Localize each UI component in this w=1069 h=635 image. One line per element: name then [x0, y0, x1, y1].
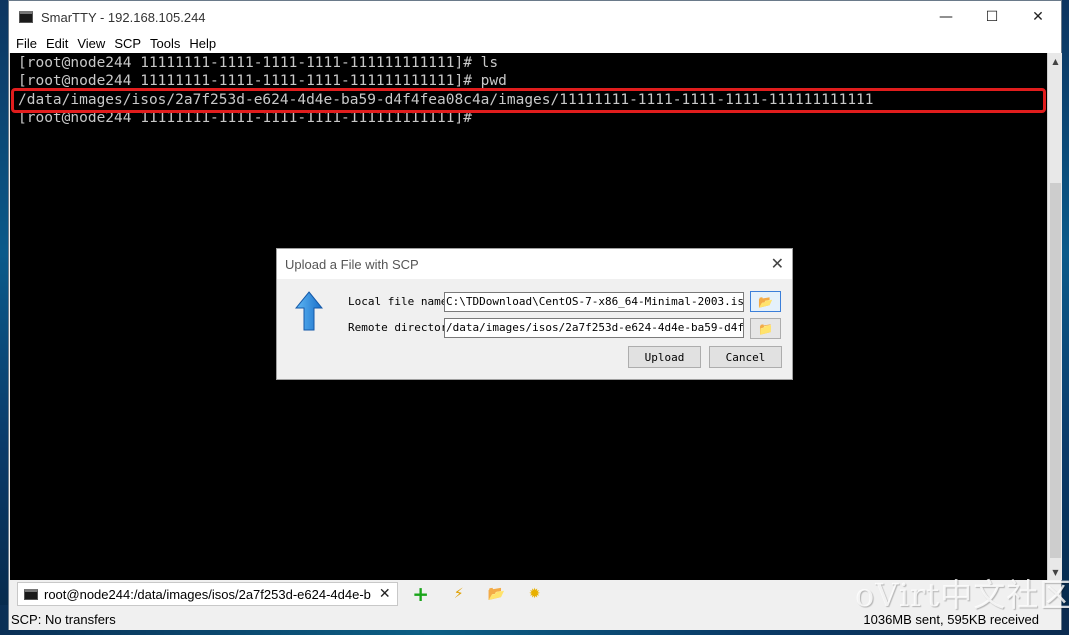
close-button[interactable]: ✕ — [1015, 1, 1061, 33]
upload-button[interactable]: Upload — [628, 346, 701, 368]
scp-upload-dialog: Upload a File with SCP ✕ Local file name… — [276, 248, 793, 380]
upload-arrow-icon — [295, 291, 323, 331]
open-folder-icon[interactable]: 📂 — [482, 583, 512, 605]
menu-tools[interactable]: Tools — [149, 36, 186, 51]
window-title: SmarTTY - 192.168.105.244 — [41, 9, 206, 25]
session-tab-label: root@node244:/data/images/isos/2a7f253d-… — [44, 586, 371, 602]
cancel-button[interactable]: Cancel — [709, 346, 782, 368]
close-tab-icon[interactable]: ✕ — [379, 586, 391, 602]
terminal-app-icon — [19, 11, 33, 23]
minimize-button[interactable]: — — [923, 1, 969, 33]
dialog-title-bar: Upload a File with SCP ✕ — [277, 249, 792, 279]
local-file-label: Local file name — [348, 295, 445, 308]
menu-bar: File Edit View SCP Tools Help — [9, 33, 1061, 53]
remote-directory-label: Remote directory — [348, 321, 445, 334]
maximize-button[interactable]: ☐ — [969, 1, 1015, 33]
scroll-thumb[interactable] — [1050, 183, 1061, 558]
scroll-up-icon[interactable]: ▲ — [1048, 53, 1063, 69]
highlight-annotation — [11, 88, 1046, 113]
menu-file[interactable]: File — [15, 36, 43, 51]
terminal-line: [root@node244 11111111-1111-1111-1111-11… — [18, 55, 499, 71]
browse-local-folder-icon[interactable]: 📂 — [750, 291, 781, 312]
menu-help[interactable]: Help — [188, 36, 222, 51]
dialog-title: Upload a File with SCP — [285, 256, 419, 272]
menu-scp[interactable]: SCP — [113, 36, 147, 51]
new-session-icon[interactable]: + — [406, 582, 436, 606]
terminal-tab-icon — [24, 588, 38, 600]
watermark: oVirt中文社区 — [855, 576, 1069, 614]
scp-status: SCP: No transfers — [11, 611, 116, 627]
window-controls: — ☐ ✕ — [923, 1, 1061, 33]
quick-command-icon[interactable]: ⚡ — [444, 583, 474, 605]
title-bar: SmarTTY - 192.168.105.244 — ☐ ✕ — [9, 1, 1061, 33]
terminal-scrollbar[interactable]: ▲ ▼ — [1047, 53, 1062, 580]
local-file-field[interactable]: C:\TDDownload\CentOS-7-x86_64-Minimal-20… — [444, 292, 744, 312]
menu-edit[interactable]: Edit — [45, 36, 74, 51]
remote-directory-field[interactable]: /data/images/isos/2a7f253d-e624-4d4e-ba5… — [444, 318, 744, 338]
browse-remote-folder-icon[interactable]: 📁 — [750, 318, 781, 339]
dialog-close-icon[interactable]: ✕ — [771, 254, 784, 273]
session-tab[interactable]: root@node244:/data/images/isos/2a7f253d-… — [17, 582, 398, 606]
menu-view[interactable]: View — [76, 36, 111, 51]
settings-icon[interactable]: ✹ — [520, 583, 550, 605]
